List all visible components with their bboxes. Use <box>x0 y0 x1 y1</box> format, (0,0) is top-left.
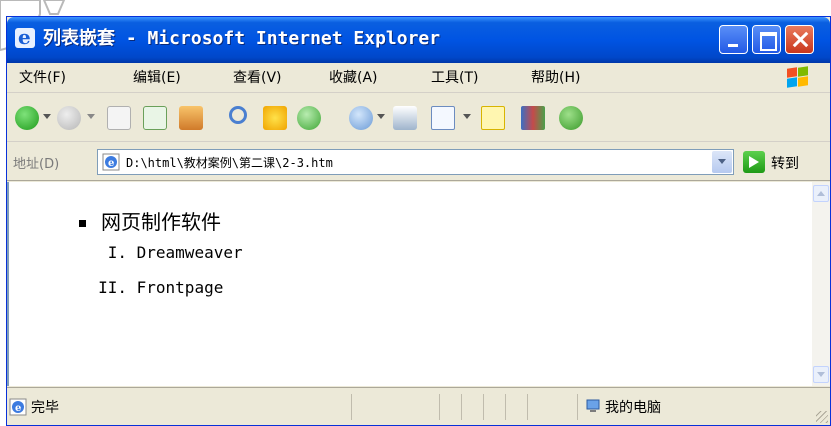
edit-icon[interactable] <box>431 106 455 130</box>
title-bar[interactable]: 列表嵌套 - Microsoft Internet Explorer <box>7 17 830 63</box>
status-divider <box>483 394 484 420</box>
vertical-scrollbar[interactable] <box>812 182 830 386</box>
computer-icon <box>586 399 600 412</box>
menu-favorites[interactable]: 收藏(A) <box>329 69 378 87</box>
favorites-icon[interactable] <box>263 106 287 130</box>
history-icon[interactable] <box>297 106 321 130</box>
menu-edit[interactable]: 编辑(E) <box>133 69 181 87</box>
sub-list-item: II. Frontpage <box>83 277 223 299</box>
minimize-button[interactable] <box>719 25 748 54</box>
search-icon[interactable] <box>229 106 247 124</box>
security-zone: 我的电脑 <box>605 400 661 416</box>
sub-list-text: Dreamweaver <box>136 243 243 262</box>
status-divider <box>505 394 506 420</box>
scroll-down-icon[interactable] <box>813 366 829 383</box>
forward-icon[interactable] <box>57 106 81 130</box>
page-done-icon: e <box>9 398 27 416</box>
windows-flag-icon <box>785 66 809 89</box>
page-content: 网页制作软件 I. Dreamweaver II. Frontpage <box>7 182 830 386</box>
scroll-up-icon[interactable] <box>813 185 829 202</box>
status-divider <box>461 394 462 420</box>
menu-help[interactable]: 帮助(H) <box>531 69 580 87</box>
menu-bar: 文件(F) 编辑(E) 查看(V) 收藏(A) 工具(T) 帮助(H) <box>7 63 830 93</box>
ie-page-icon: e <box>102 153 120 171</box>
toolbar <box>7 94 830 142</box>
back-icon[interactable] <box>15 106 39 130</box>
stop-icon[interactable] <box>107 106 131 130</box>
ie-logo-icon <box>15 25 35 49</box>
status-bar: e 完毕 我的电脑 <box>7 387 830 425</box>
refresh-icon[interactable] <box>143 106 167 130</box>
resize-grip[interactable] <box>816 411 828 423</box>
list-root-label: 网页制作软件 <box>101 210 221 234</box>
address-label: 地址(D) <box>13 157 60 172</box>
svg-text:e: e <box>108 158 114 169</box>
svg-text:e: e <box>15 403 21 414</box>
back-dropdown-icon[interactable] <box>43 114 51 122</box>
ie-window: 列表嵌套 - Microsoft Internet Explorer 文件(F)… <box>6 16 831 426</box>
address-input[interactable]: e D:\html\教材案例\第二课\2-3.htm <box>97 149 734 175</box>
status-divider <box>351 394 352 420</box>
address-bar: 地址(D) e D:\html\教材案例\第二课\2-3.htm 转到 <box>7 143 830 181</box>
window-title: 列表嵌套 - Microsoft Internet Explorer <box>43 28 441 49</box>
home-icon[interactable] <box>179 106 203 130</box>
mail-icon[interactable] <box>349 106 373 130</box>
go-button[interactable]: 转到 <box>743 151 823 175</box>
close-button[interactable] <box>785 25 814 54</box>
sub-list-number: I. <box>107 243 127 262</box>
address-value: D:\html\教材案例\第二课\2-3.htm <box>126 156 333 170</box>
menu-file[interactable]: 文件(F) <box>19 69 66 87</box>
list-bullet <box>79 220 86 227</box>
maximize-button[interactable] <box>752 25 781 54</box>
print-icon[interactable] <box>393 106 417 130</box>
status-divider <box>439 394 440 420</box>
edit-dropdown-icon[interactable] <box>463 114 471 122</box>
status-divider <box>577 394 578 420</box>
go-label: 转到 <box>771 156 799 172</box>
sub-list-text: Frontpage <box>136 278 224 297</box>
research-icon[interactable] <box>521 106 545 130</box>
menu-view[interactable]: 查看(V) <box>233 69 282 87</box>
status-divider <box>527 394 528 420</box>
forward-dropdown-icon[interactable] <box>87 114 95 122</box>
discuss-icon[interactable] <box>481 106 505 130</box>
sub-list-item: I. Dreamweaver <box>83 242 243 264</box>
sub-list-number: II. <box>98 278 127 297</box>
messenger-icon[interactable] <box>559 106 583 130</box>
menu-tools[interactable]: 工具(T) <box>431 69 478 87</box>
address-dropdown-icon[interactable] <box>712 151 732 173</box>
status-text: 完毕 <box>31 400 59 416</box>
go-arrow-icon <box>743 151 765 173</box>
mail-dropdown-icon[interactable] <box>377 114 385 122</box>
